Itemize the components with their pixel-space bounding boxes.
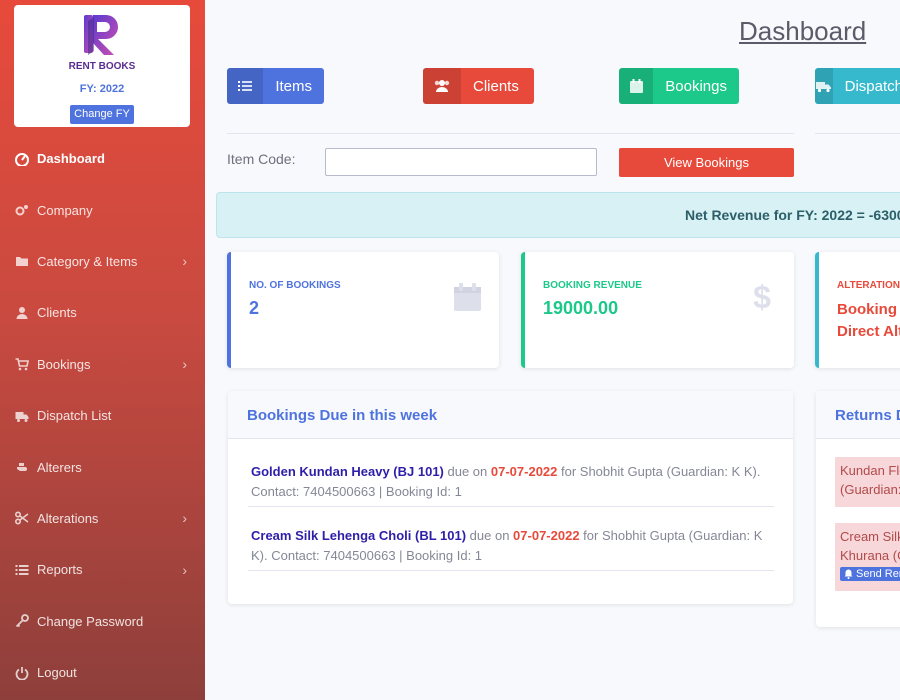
list-icon [15,563,29,577]
divider [248,506,774,507]
sidebar-item-change-password[interactable]: Change Password [0,596,205,647]
brand-fy: FY: 2022 [79,83,125,95]
stat-label: NO. OF BOOKINGS [249,280,341,291]
net-revenue-banner: Net Revenue for FY: 2022 = -6300 [216,192,900,238]
dashboard-icon [15,152,29,166]
bookings-due-card: Bookings Due in this week Golden Kundan … [228,391,793,604]
item-code-input[interactable] [325,148,597,176]
calendar-icon [619,68,654,104]
bookings-button-label: Bookings [665,77,727,95]
divider [248,570,774,571]
bell-icon [844,569,853,579]
sidebar-item-dispatch-list[interactable]: Dispatch List [0,390,205,441]
stat-value: 2 [249,298,260,318]
calendar-icon [453,282,481,312]
return-text: (Guardian: [840,482,900,497]
item-text: due on [466,528,514,543]
view-bookings-button[interactable]: View Bookings [619,148,794,177]
list-icon [227,68,264,104]
return-text: Khurana (G [840,548,900,563]
sidebar-item-category-items[interactable]: Category & Items › [0,236,205,287]
divider [227,133,794,134]
sidebar-item-label: Category & Items [37,253,138,269]
sidebar-item-alterations[interactable]: Alterations › [0,493,205,544]
item-name[interactable]: Golden Kundan Heavy (BJ 101) [251,464,444,479]
stat-card-alterations: ALTERATIONS Booking Alterations Direct A… [815,252,900,368]
bookings-button[interactable]: Bookings [619,68,739,104]
page-title: Dashboard [739,16,867,46]
change-fy-button[interactable]: Change FY [70,105,134,124]
sidebar-item-label: Dispatch List [37,408,112,424]
list-item[interactable]: Cream Silk Lehenga Choli (BL 101) due on… [251,526,774,566]
sidebar-item-logout[interactable]: Logout [0,647,205,698]
chevron-right-icon: › [182,253,187,270]
due-date: 07-07-2022 [490,464,558,479]
stat-card-bookings: NO. OF BOOKINGS 2 [227,252,499,368]
sidebar-nav: Dashboard Company Category & Items › Cli… [0,133,205,698]
sidebar-item-label: Bookings [37,356,91,372]
sidebar-item-alterers[interactable]: Alterers [0,441,205,492]
list-item: Cream Silk Khurana (G Send Reminder [835,523,900,591]
stat-label: ALTERATIONS [837,280,900,291]
key-icon [15,614,29,628]
dispatch-button-label: Dispatch [844,77,900,95]
send-reminder-button[interactable]: Send Reminder [840,567,900,581]
sidebar-item-bookings[interactable]: Bookings › [0,339,205,390]
return-text: Kundan Flower [840,463,900,478]
sidebar: RENT BOOKS FY: 2022 Change FY Dashboard … [0,0,205,700]
list-item[interactable]: Golden Kundan Heavy (BJ 101) due on 07-0… [251,462,774,502]
items-button[interactable]: Items [227,68,324,104]
cogs-icon [15,203,29,217]
users-icon [423,68,461,104]
sidebar-item-label: Reports [37,562,83,578]
brand-name: RENT BOOKS [68,61,136,72]
list-item: Kundan Flower (Guardian: [835,457,900,507]
items-button-label: Items [275,77,312,95]
sidebar-item-dashboard[interactable]: Dashboard [0,133,205,184]
hand-icon [15,460,29,474]
user-icon [15,306,29,320]
truck-icon [815,68,833,104]
stat-line: Booking Alterations [837,301,900,318]
sidebar-item-label: Change Password [37,613,144,629]
stat-card-revenue: BOOKING REVENUE 19000.00 $ [521,252,794,368]
return-text: Cream Silk [840,529,900,544]
sidebar-item-label: Company [37,202,93,218]
due-date: 07-07-2022 [513,528,580,543]
send-reminder-label: Send Reminder [856,568,900,580]
sidebar-item-reports[interactable]: Reports › [0,544,205,595]
scissors-icon [15,511,29,525]
chevron-right-icon: › [182,510,187,527]
sidebar-item-label: Alterers [37,459,82,475]
sidebar-item-label: Logout [37,665,77,681]
returns-due-card: Returns Due Kundan Flower (Guardian: Cre… [816,391,900,627]
chevron-right-icon: › [182,356,187,373]
sidebar-item-label: Alterations [37,510,99,526]
dispatch-button[interactable]: Dispatch [815,68,900,104]
brand-box: RENT BOOKS FY: 2022 Change FY [14,5,190,127]
net-revenue-text: Net Revenue for FY: 2022 = -6300 [685,207,900,223]
item-text: due on [443,464,491,479]
sidebar-item-label: Dashboard [37,151,105,167]
truck-icon [15,409,29,423]
clients-button[interactable]: Clients [423,68,534,104]
divider [815,133,900,134]
item-code-label: Item Code: [227,151,296,167]
sidebar-item-clients[interactable]: Clients [0,287,205,338]
cart-icon [15,357,29,371]
clients-button-label: Clients [473,77,519,95]
sidebar-item-company[interactable]: Company [0,184,205,235]
item-name[interactable]: Cream Silk Lehenga Choli (BL 101) [251,528,466,543]
card-title: Bookings Due in this week [228,391,793,439]
stat-value: 19000.00 [543,298,619,318]
chevron-right-icon: › [182,561,187,578]
stat-line: Direct Alterations [837,323,900,340]
power-icon [15,666,29,680]
rent-books-logo [84,15,118,55]
folder-icon [15,254,29,268]
dollar-icon: $ [753,278,771,315]
card-title: Returns Due [816,391,900,439]
stat-label: BOOKING REVENUE [543,280,642,291]
sidebar-item-label: Clients [37,305,77,321]
